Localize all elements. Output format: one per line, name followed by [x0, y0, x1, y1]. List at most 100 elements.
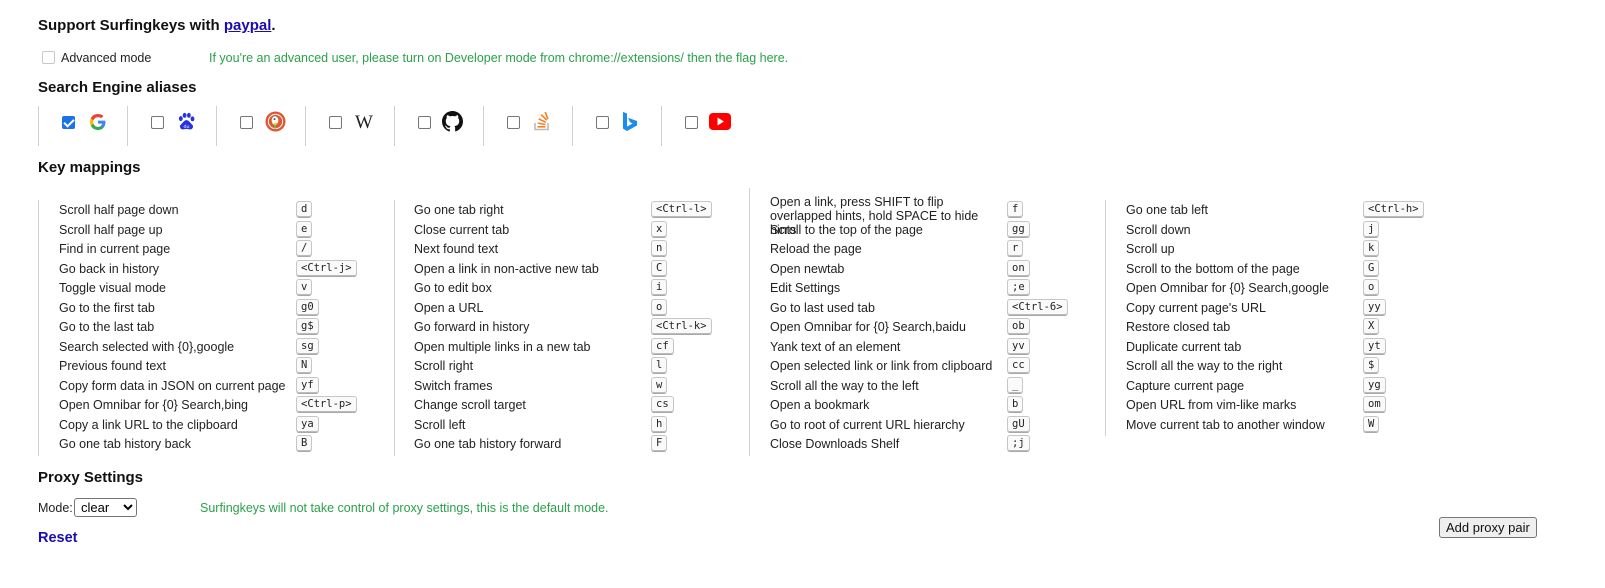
mapping-label: Next found text [414, 242, 499, 256]
mapping-label: Scroll half page up [59, 222, 163, 237]
support-suffix: . [271, 17, 276, 34]
mapping-key: <Ctrl-p> [296, 396, 357, 413]
mapping-label: Go to edit box [414, 281, 492, 295]
mapping-label: Go one tab history back [59, 437, 192, 451]
mapping-label: Open newtab [770, 261, 845, 276]
mapping-key: <Ctrl-6> [1007, 298, 1068, 316]
mapping-label: Scroll right [414, 359, 474, 373]
mapping-key: _ [1007, 376, 1024, 394]
google-icon [90, 114, 106, 130]
engine-baidu-checkbox[interactable] [151, 116, 164, 129]
mapping-key: N [296, 357, 313, 374]
mapping-key: ob [1007, 318, 1030, 335]
mapping-label: Scroll to the top of the page [770, 222, 923, 237]
engine-duckduckgo-checkbox[interactable] [240, 116, 253, 129]
column-divider [749, 188, 750, 456]
mapping-key: gg [1007, 220, 1030, 238]
mapping-key: cc [1007, 357, 1030, 374]
stackoverflow-icon [534, 112, 549, 131]
mapping-label: Go one tab left [1126, 203, 1209, 217]
engine-divider [483, 106, 484, 146]
mapping-label: Go one tab history forward [414, 437, 562, 451]
mapping-key: o [651, 298, 668, 316]
mapping-key: ;j [1007, 435, 1030, 452]
mapping-key: <Ctrl-k> [651, 318, 712, 335]
mapping-label: Switch frames [414, 378, 493, 393]
mapping-label: Copy a link URL to the clipboard [59, 417, 238, 432]
mapping-key: cf [651, 337, 674, 355]
mapping-key: i [651, 279, 668, 296]
mapping-label: Scroll left [414, 417, 466, 432]
mapping-label: Scroll all the way to the right [1126, 359, 1283, 373]
mapping-label: Find in current page [59, 242, 171, 256]
engine-youtube-checkbox[interactable] [685, 116, 698, 129]
mapping-label: Open a bookmark [770, 398, 870, 412]
column-divider [38, 200, 39, 456]
engine-divider [394, 106, 395, 146]
mapping-key: yg [1363, 376, 1386, 394]
search-engines-title: Search Engine aliases [38, 79, 197, 96]
mapping-label: Scroll down [1126, 222, 1191, 237]
mapping-label: Search selected with {0},google [59, 339, 235, 354]
engine-divider [216, 106, 217, 146]
mapping-key: $ [1363, 357, 1380, 374]
engine-divider [38, 106, 39, 146]
proxy-mode-select[interactable]: clear [74, 498, 137, 517]
duckduckgo-icon [265, 111, 286, 132]
mapping-key: f [1007, 201, 1024, 218]
advanced-mode-label: Advanced mode [61, 51, 152, 65]
mapping-key: w [651, 376, 668, 394]
mapping-key: / [296, 240, 313, 257]
mapping-key: yy [1363, 298, 1386, 316]
add-proxy-pair-button[interactable]: Add proxy pair [1439, 517, 1537, 538]
mapping-key: ya [296, 415, 319, 433]
engine-wikipedia-checkbox[interactable] [329, 116, 342, 129]
engine-divider [661, 106, 662, 146]
mapping-key: yv [1007, 337, 1030, 355]
mapping-label: Scroll up [1126, 242, 1175, 256]
mapping-label: Capture current page [1126, 378, 1245, 393]
mapping-key: b [1007, 396, 1024, 413]
mapping-key: ;e [1007, 279, 1030, 296]
mapping-label: Go to root of current URL hierarchy [770, 417, 965, 432]
engine-divider [572, 106, 573, 146]
mapping-key: <Ctrl-j> [296, 259, 357, 277]
mapping-key: C [651, 259, 668, 277]
mapping-label: Open selected link or link from clipboar… [770, 359, 993, 373]
mapping-label: Restore closed tab [1126, 320, 1231, 334]
mapping-key: l [651, 357, 668, 374]
mapping-key: om [1363, 396, 1386, 413]
paypal-link[interactable]: paypal [224, 17, 272, 34]
mapping-key: yf [296, 376, 319, 394]
mapping-label: Change scroll target [414, 398, 526, 412]
mapping-label: Previous found text [59, 359, 167, 373]
mapping-label: Move current tab to another window [1126, 417, 1325, 432]
mapping-label: Go one tab right [414, 203, 504, 217]
engine-stackoverflow-checkbox[interactable] [507, 116, 520, 129]
mapping-label: Go to last used tab [770, 300, 875, 315]
youtube-icon [709, 113, 731, 130]
mapping-label: Open URL from vim-like marks [1126, 398, 1297, 412]
advanced-mode-checkbox[interactable] [42, 51, 55, 64]
mapping-label: Open Omnibar for {0} Search,baidu [770, 320, 966, 334]
mapping-key: v [296, 279, 313, 296]
mapping-label: Go to the first tab [59, 300, 155, 315]
engine-divider [305, 106, 306, 146]
mapping-label: Open Omnibar for {0} Search,google [1126, 281, 1329, 295]
engine-google-checkbox[interactable] [62, 116, 75, 129]
mapping-label: Yank text of an element [770, 339, 901, 354]
support-line: Support Surfingkeys with paypal. [38, 17, 276, 34]
mapping-label: Reload the page [770, 242, 862, 256]
engine-bing-checkbox[interactable] [596, 116, 609, 129]
wikipedia-icon: W [355, 112, 373, 133]
engine-github-checkbox[interactable] [418, 116, 431, 129]
reset-link[interactable]: Reset [38, 530, 78, 546]
proxy-mode-hint: Surfingkeys will not take control of pro… [200, 501, 609, 515]
mapping-label: Open a link in non-active new tab [414, 261, 599, 276]
mapping-key: X [1363, 318, 1380, 335]
mapping-label: Open multiple links in a new tab [414, 339, 591, 354]
mapping-label: Go to the last tab [59, 320, 155, 334]
advanced-mode-hint: If you're an advanced user, please turn … [209, 51, 789, 65]
mapping-label: Edit Settings [770, 281, 841, 295]
mapping-key: on [1007, 259, 1030, 277]
